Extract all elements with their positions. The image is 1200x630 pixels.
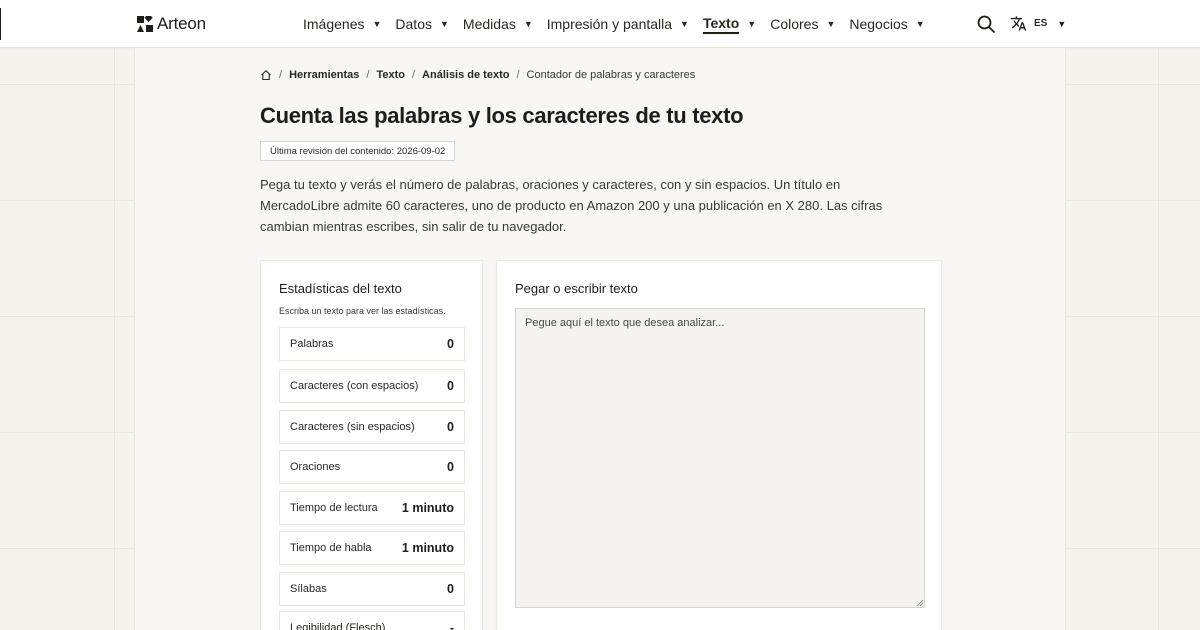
breadcrumb-herramientas[interactable]: Herramientas xyxy=(289,69,359,81)
translate-icon xyxy=(1010,16,1027,31)
window-edge xyxy=(0,8,1,40)
stats-hint: Escriba un texto para ver las estadístic… xyxy=(279,306,446,316)
breadcrumb: / Herramientas / Texto / Análisis de tex… xyxy=(260,69,695,81)
breadcrumb-analisis[interactable]: Análisis de texto xyxy=(422,69,509,81)
nav-label: Datos xyxy=(395,16,432,32)
logo-text: Arteon xyxy=(157,14,206,33)
stat-label: Legibilidad (Flesch) xyxy=(290,622,386,630)
chevron-down-icon: ▼ xyxy=(826,19,836,29)
stat-value: 0 xyxy=(447,337,454,351)
nav-label: Impresión y pantalla xyxy=(546,16,673,32)
stat-value: 0 xyxy=(447,582,454,596)
chevron-down-icon: ▼ xyxy=(523,19,533,29)
chevron-down-icon: ▼ xyxy=(1057,18,1067,29)
search-icon xyxy=(977,15,995,33)
stat-label: Palabras xyxy=(290,338,334,350)
intro-text: Pega tu texto y verás el número de palab… xyxy=(260,177,883,234)
language-code: ES xyxy=(1034,18,1048,29)
stat-row-chars-with-spaces: Caracteres (con espacios) 0 xyxy=(279,369,465,403)
stat-label: Tiempo de lectura xyxy=(290,502,378,514)
top-header: Arteon Imágenes ▼ Datos ▼ Medidas ▼ Impr… xyxy=(0,0,1200,48)
resize-handle-icon[interactable] xyxy=(916,599,924,607)
home-icon[interactable] xyxy=(260,69,272,81)
stat-label: Oraciones xyxy=(290,461,341,473)
chevron-down-icon: ▼ xyxy=(439,19,449,29)
breadcrumb-texto[interactable]: Texto xyxy=(376,69,405,81)
breadcrumb-current: Contador de palabras y caracteres xyxy=(526,69,696,81)
main-nav: Imágenes ▼ Datos ▼ Medidas ▼ Impresión y… xyxy=(303,0,939,48)
stat-row-syllables: Sílabas 0 xyxy=(279,572,465,606)
nav-item-impresion[interactable]: Impresión y pantalla ▼ xyxy=(547,16,689,32)
stat-row-words: Palabras 0 xyxy=(279,327,465,361)
nav-item-negocios[interactable]: Negocios ▼ xyxy=(849,16,924,32)
stat-row-speaking-time: Tiempo de habla 1 minuto xyxy=(279,531,465,565)
language-selector[interactable]: ES ▼ xyxy=(1010,15,1066,32)
stat-label: Tiempo de habla xyxy=(290,542,372,554)
stat-row-reading-time: Tiempo de lectura 1 minuto xyxy=(279,491,465,525)
stat-label: Sílabas xyxy=(290,583,327,595)
nav-label: Imágenes xyxy=(303,16,365,32)
nav-label: Colores xyxy=(770,16,819,32)
text-input-title: Pegar o escribir texto xyxy=(515,281,638,296)
stats-title: Estadísticas del texto xyxy=(279,281,402,296)
nav-label: Texto xyxy=(702,15,740,34)
text-input-card: Pegar o escribir texto xyxy=(496,260,942,630)
stat-row-sentences: Oraciones 0 xyxy=(279,450,465,484)
logo[interactable]: Arteon xyxy=(137,14,206,34)
stat-row-readability: Legibilidad (Flesch) - xyxy=(279,611,465,630)
nav-item-imagenes[interactable]: Imágenes ▼ xyxy=(303,16,381,32)
nav-item-texto[interactable]: Texto ▼ xyxy=(702,15,757,34)
stat-value: 0 xyxy=(447,460,454,474)
stats-card: Estadísticas del texto Escriba un texto … xyxy=(260,260,483,630)
breadcrumb-separator: / xyxy=(516,69,520,81)
stat-value: 0 xyxy=(447,420,454,434)
chevron-down-icon: ▼ xyxy=(680,19,689,29)
stat-value: 0 xyxy=(447,379,454,393)
revision-badge: Última revisión del contenido: 2026-09-0… xyxy=(260,141,456,161)
chevron-down-icon: ▼ xyxy=(915,19,925,29)
breadcrumb-separator: / xyxy=(279,69,283,81)
stat-value: 1 minuto xyxy=(401,501,454,515)
page-title: Cuenta las palabras y los caracteres de … xyxy=(260,103,744,128)
search-button[interactable] xyxy=(976,14,996,34)
nav-item-datos[interactable]: Datos ▼ xyxy=(395,16,449,32)
chevron-down-icon: ▼ xyxy=(747,19,757,29)
breadcrumb-separator: / xyxy=(366,69,370,81)
nav-item-medidas[interactable]: Medidas ▼ xyxy=(463,16,533,32)
stat-value: - xyxy=(449,621,454,630)
nav-label: Negocios xyxy=(849,16,908,32)
stat-value: 1 minuto xyxy=(401,541,454,555)
arteon-logo-icon xyxy=(137,16,153,32)
text-input[interactable] xyxy=(515,308,925,608)
stat-row-chars-no-spaces: Caracteres (sin espacios) 0 xyxy=(279,410,465,444)
chevron-down-icon: ▼ xyxy=(372,19,382,29)
stat-label: Caracteres (con espacios) xyxy=(290,380,419,392)
breadcrumb-separator: / xyxy=(411,69,416,81)
nav-label: Medidas xyxy=(462,16,516,32)
main-content: / Herramientas / Texto / Análisis de tex… xyxy=(134,48,1066,630)
stat-label: Caracteres (sin espacios) xyxy=(290,421,415,433)
nav-item-colores[interactable]: Colores ▼ xyxy=(770,16,835,32)
